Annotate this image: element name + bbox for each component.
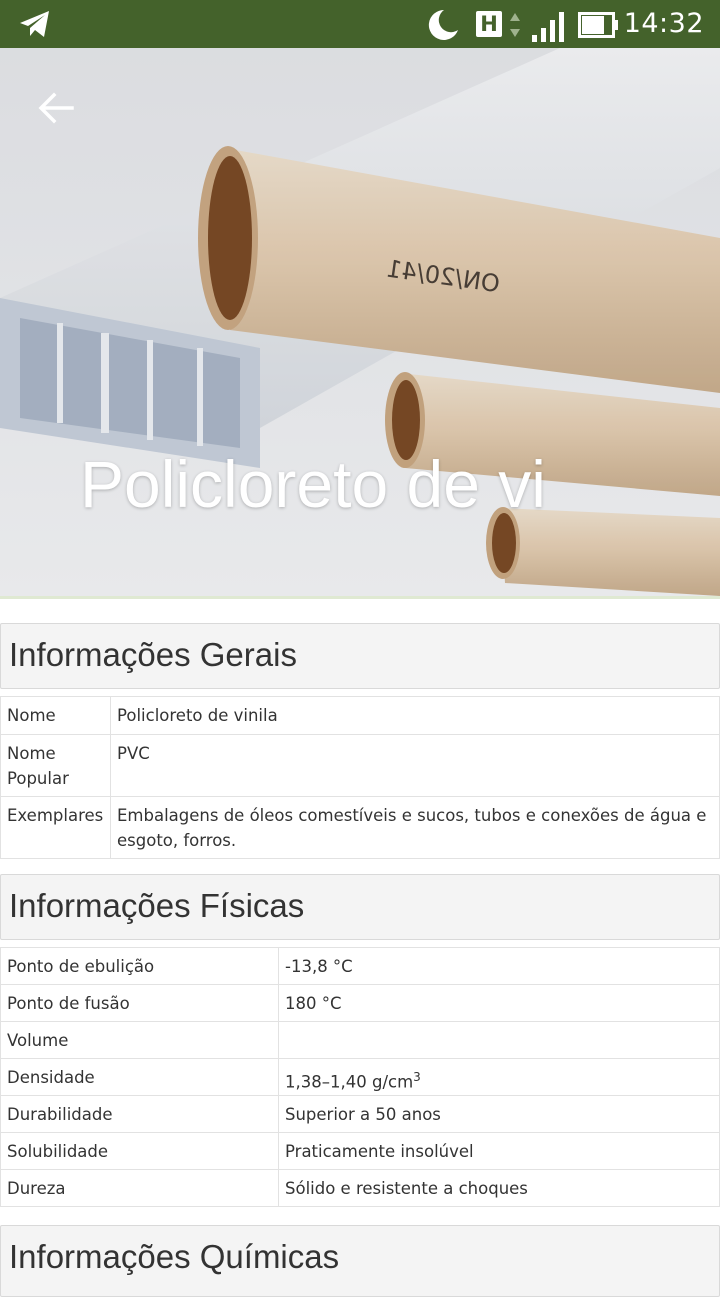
row-value: Sólido e resistente a choques bbox=[278, 1169, 720, 1207]
row-value: 180 °C bbox=[278, 984, 720, 1022]
status-bar: H 14:32 bbox=[0, 0, 720, 48]
arrow-left-icon bbox=[38, 92, 74, 124]
table-row: Ponto de fusão 180 °C bbox=[0, 984, 720, 1022]
battery-icon bbox=[578, 12, 618, 38]
network-type-badge: H bbox=[476, 11, 502, 37]
row-value: -13,8 °C bbox=[278, 947, 720, 985]
table-row: Volume bbox=[0, 1021, 720, 1059]
row-value: Policloreto de vinila bbox=[110, 696, 720, 735]
row-key: Ponto de fusão bbox=[0, 984, 279, 1022]
back-button[interactable] bbox=[34, 86, 78, 130]
table-row: Densidade 1,38–1,40 g/cm3 bbox=[0, 1058, 720, 1096]
section-title: Informações Físicas bbox=[9, 887, 305, 924]
signal-icon bbox=[532, 12, 564, 42]
row-value: Praticamente insolúvel bbox=[278, 1132, 720, 1170]
density-exponent: 3 bbox=[413, 1070, 421, 1084]
table-row: Exemplares Embalagens de óleos comestíve… bbox=[0, 796, 720, 859]
row-key: Nome Popular bbox=[0, 734, 111, 797]
row-key: Volume bbox=[0, 1021, 279, 1059]
table-row: Nome Popular PVC bbox=[0, 734, 720, 797]
network-arrows-icon bbox=[510, 13, 520, 37]
clock: 14:32 bbox=[623, 8, 704, 39]
section-chemical-header: Informações Químicas bbox=[0, 1225, 720, 1297]
row-value: Embalagens de óleos comestíveis e sucos,… bbox=[110, 796, 720, 859]
page-title: Policloreto de vi bbox=[80, 447, 546, 521]
row-value: 1,38–1,40 g/cm3 bbox=[278, 1058, 720, 1096]
section-title: Informações Gerais bbox=[9, 636, 297, 673]
row-key: Exemplares bbox=[0, 796, 111, 859]
section-title: Informações Químicas bbox=[9, 1238, 340, 1275]
table-row: Nome Policloreto de vinila bbox=[0, 696, 720, 735]
table-row: Dureza Sólido e resistente a choques bbox=[0, 1169, 720, 1207]
row-key: Dureza bbox=[0, 1169, 279, 1207]
physical-info-table: Ponto de ebulição -13,8 °C Ponto de fusã… bbox=[0, 947, 720, 1207]
section-general-header: Informações Gerais bbox=[0, 623, 720, 689]
moon-icon bbox=[428, 9, 458, 40]
row-value bbox=[278, 1021, 720, 1059]
row-key: Nome bbox=[0, 696, 111, 735]
divider bbox=[0, 596, 720, 599]
general-info-table: Nome Policloreto de vinila Nome Popular … bbox=[0, 696, 720, 859]
row-value: PVC bbox=[110, 734, 720, 797]
density-value: 1,38–1,40 g/cm bbox=[285, 1072, 414, 1092]
row-key: Ponto de ebulição bbox=[0, 947, 279, 985]
table-row: Ponto de ebulição -13,8 °C bbox=[0, 947, 720, 985]
row-key: Durabilidade bbox=[0, 1095, 279, 1133]
row-value: Superior a 50 anos bbox=[278, 1095, 720, 1133]
row-key: Densidade bbox=[0, 1058, 279, 1096]
section-physical-header: Informações Físicas bbox=[0, 874, 720, 940]
telegram-icon bbox=[20, 11, 49, 37]
table-row: Durabilidade Superior a 50 anos bbox=[0, 1095, 720, 1133]
hero-image: ON/20/41 Policloreto de vi bbox=[0, 48, 720, 596]
table-row: Solubilidade Praticamente insolúvel bbox=[0, 1132, 720, 1170]
row-key: Solubilidade bbox=[0, 1132, 279, 1170]
